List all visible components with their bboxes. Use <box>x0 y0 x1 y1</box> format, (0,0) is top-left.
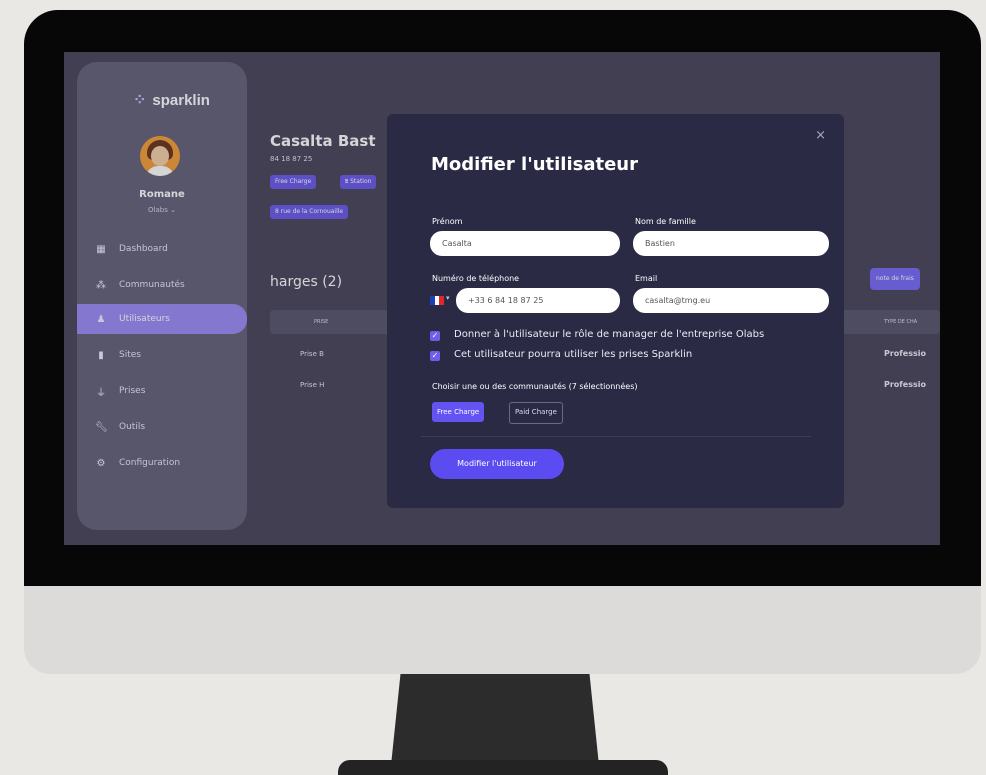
sparklin-access-checkbox[interactable]: ✓ <box>430 351 440 361</box>
community-chip-paid-charge[interactable]: Paid Charge <box>509 402 563 424</box>
sidebar-item-sites[interactable]: ▮ Sites <box>77 340 247 370</box>
monitor-chin <box>24 586 981 674</box>
building-icon: ▮ <box>98 349 104 361</box>
dashboard-icon: ▦ <box>96 243 106 255</box>
modal-title: Modifier l'utilisateur <box>431 154 638 175</box>
avatar-face <box>151 146 169 166</box>
sparklin-access-label: Cet utilisateur pourra utiliser les pris… <box>454 349 693 360</box>
divider <box>421 436 811 437</box>
column-header-prise: PRISE <box>314 319 329 325</box>
sidebar-item-outils[interactable]: 🔧︎ Outils <box>77 412 247 442</box>
communities-icon: ⁂ <box>96 279 106 291</box>
user-name: Romane <box>139 189 185 200</box>
organization-selector[interactable]: Olabs ⌄ <box>77 206 247 214</box>
flag-stripe-red <box>439 296 445 305</box>
communities-label: Choisir une ou des communautés (7 sélect… <box>432 382 638 391</box>
manager-role-label: Donner à l'utilisateur le rôle de manage… <box>454 329 765 340</box>
close-icon[interactable]: × <box>815 128 826 143</box>
brand-name: sparklin <box>152 92 210 109</box>
table-cell-prise: Prise B <box>300 350 324 358</box>
sparklin-logo-icon: ⁘ <box>133 91 147 109</box>
avatar[interactable] <box>140 136 180 176</box>
sidebar-item-label: Utilisateurs <box>119 314 170 324</box>
community-chip-free-charge[interactable]: Free Charge <box>432 402 485 422</box>
first-name-label: Prénom <box>432 217 463 226</box>
tag-free-charge: Free Charge <box>270 175 317 189</box>
email-label: Email <box>635 274 658 283</box>
gear-icon: ⚙ <box>96 457 106 469</box>
note-de-frais-button[interactable]: note de frais <box>870 268 920 290</box>
chevron-down-icon[interactable]: ▾ <box>446 294 450 302</box>
sidebar-item-label: Communautés <box>119 280 185 290</box>
plug-icon: ⏚ <box>96 387 106 399</box>
table-cell-prise: Prise H <box>300 381 325 389</box>
wrench-icon: 🔧︎ <box>95 421 108 433</box>
sidebar-item-dashboard[interactable]: ▦ Dashboard <box>77 234 247 264</box>
user-phone: 84 18 87 25 <box>270 155 313 163</box>
sidebar-item-configuration[interactable]: ⚙ Configuration <box>77 448 247 478</box>
last-name-label: Nom de famille <box>635 217 696 226</box>
column-header-type: TYPE DE CHA <box>884 319 918 325</box>
sidebar-item-prises[interactable]: ⏚ Prises <box>77 376 247 406</box>
submit-button[interactable]: Modifier l'utilisateur <box>430 449 564 479</box>
first-name-field[interactable]: Casalta <box>430 231 620 256</box>
sidebar-item-label: Sites <box>119 350 141 360</box>
user-icon: ♟ <box>96 313 106 325</box>
last-name-field[interactable]: Bastien <box>633 231 829 256</box>
manager-role-checkbox[interactable]: ✓ <box>430 331 440 341</box>
monitor-base <box>338 760 668 775</box>
phone-label: Numéro de téléphone <box>432 274 520 283</box>
table-cell-type: Professio <box>884 380 926 389</box>
email-field[interactable]: casalta@tmg.eu <box>633 288 829 313</box>
app-screen: ⁘ sparklin Romane Olabs ⌄ ▦ Dashboard ⁂ … <box>64 52 940 545</box>
france-flag-icon[interactable] <box>430 296 445 305</box>
sidebar-item-label: Dashboard <box>119 244 168 254</box>
sidebar-item-label: Prises <box>119 386 146 396</box>
tag-station: ⩩ Station <box>340 175 377 189</box>
sidebar-item-communautes[interactable]: ⁂ Communautés <box>77 270 247 300</box>
section-title: harges (2) <box>270 274 343 290</box>
brand[interactable]: ⁘ sparklin <box>133 92 210 109</box>
sidebar-item-label: Configuration <box>119 458 181 468</box>
page-title: Casalta Bast <box>270 132 376 150</box>
sidebar-item-label: Outils <box>119 422 146 432</box>
table-cell-type: Professio <box>884 349 926 358</box>
sidebar-item-utilisateurs[interactable]: ♟ Utilisateurs <box>77 304 247 334</box>
edit-user-modal: × Modifier l'utilisateur Prénom Casalta … <box>387 114 844 508</box>
tag-address: 8 rue de la Cornouaille <box>270 205 349 219</box>
phone-field[interactable]: +33 6 84 18 87 25 <box>456 288 620 313</box>
sidebar: ⁘ sparklin Romane Olabs ⌄ ▦ Dashboard ⁂ … <box>77 62 247 530</box>
avatar-shirt <box>146 166 174 176</box>
